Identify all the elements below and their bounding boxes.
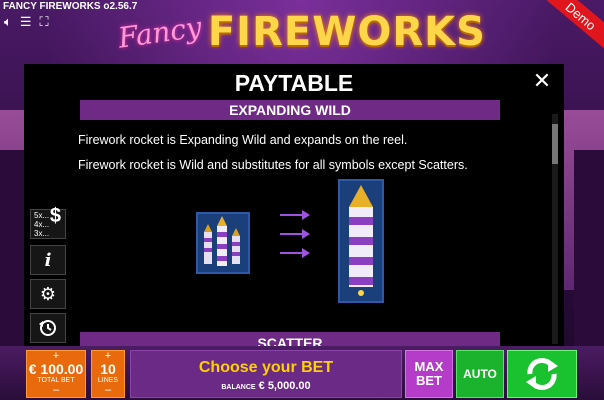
paytable-panel: PAYTABLE ✕ EXPANDING WILD Firework rocke… xyxy=(24,64,564,346)
background-pillar-right xyxy=(574,150,604,350)
scrollbar-thumb[interactable] xyxy=(552,124,558,164)
close-button[interactable]: ✕ xyxy=(530,70,554,94)
logo-fireworks: FIREWORKS xyxy=(207,9,486,55)
info-icon: i xyxy=(44,249,52,271)
paytable-scrollbar[interactable] xyxy=(552,114,558,344)
total-bet-stepper[interactable]: + € 100.00 TOTAL BET – xyxy=(26,350,86,398)
bet-message: Choose your BET xyxy=(198,359,334,376)
message-panel: Choose your BET BALANCE € 5,000.00 xyxy=(130,350,402,398)
settings-button[interactable]: ⚙ xyxy=(30,279,66,309)
arrow-icon xyxy=(280,248,310,258)
game-version: FANCY FIREWORKS o2.56.7 xyxy=(3,1,138,12)
bet-decrease-button[interactable]: – xyxy=(27,385,85,396)
expand-arrows xyxy=(280,210,310,274)
info-button[interactable]: i xyxy=(30,245,66,275)
fullscreen-icon[interactable]: ⛶ xyxy=(39,15,48,29)
spin-icon xyxy=(526,358,558,390)
balance-display: BALANCE € 5,000.00 xyxy=(131,380,401,392)
paytable-row: 4x... xyxy=(34,219,50,229)
paytable-description-2: Firework rocket is Wild and substitutes … xyxy=(78,158,468,172)
max-bet-button[interactable]: MAX BET xyxy=(405,350,453,398)
paytable-row: 5x... xyxy=(34,210,50,220)
paytable-row: 3x... xyxy=(34,228,50,238)
spin-button[interactable] xyxy=(507,350,577,398)
top-controls: 🔈︎ ☰ ⛶ xyxy=(4,15,49,29)
total-bet-value: € 100.00 xyxy=(28,361,84,377)
rocket-symbol-small xyxy=(196,212,250,274)
section-expanding-wild: EXPANDING WILD xyxy=(80,100,500,120)
section-scatter: SCATTER xyxy=(80,332,500,346)
bet-increase-button[interactable]: + xyxy=(27,351,85,362)
arrow-icon xyxy=(280,210,310,220)
autoplay-button[interactable]: AUTO xyxy=(456,350,504,398)
lines-increase-button[interactable]: + xyxy=(92,351,124,362)
lines-decrease-button[interactable]: – xyxy=(92,385,124,396)
dollar-icon: $ xyxy=(49,205,61,227)
sound-icon[interactable]: 🔈︎ xyxy=(4,15,12,29)
balance-value: € 5,000.00 xyxy=(258,380,311,392)
gear-icon: ⚙ xyxy=(39,283,57,304)
arrow-icon xyxy=(280,229,310,239)
paytable-button[interactable]: 5x... 4x... 3x... $ xyxy=(30,205,66,239)
game-logo: Fancy FIREWORKS xyxy=(116,4,485,60)
history-button[interactable] xyxy=(30,313,66,343)
paytable-title: PAYTABLE xyxy=(234,70,354,96)
rocket-symbol-expanded xyxy=(338,179,384,303)
balance-label: BALANCE xyxy=(221,384,256,391)
paytable-description-1: Firework rocket is Expanding Wild and ex… xyxy=(78,133,408,147)
lines-value: 10 xyxy=(100,361,116,377)
lines-stepper[interactable]: + 10 LINES – xyxy=(91,350,125,398)
history-icon xyxy=(39,320,56,336)
menu-icon[interactable]: ☰ xyxy=(20,15,32,29)
